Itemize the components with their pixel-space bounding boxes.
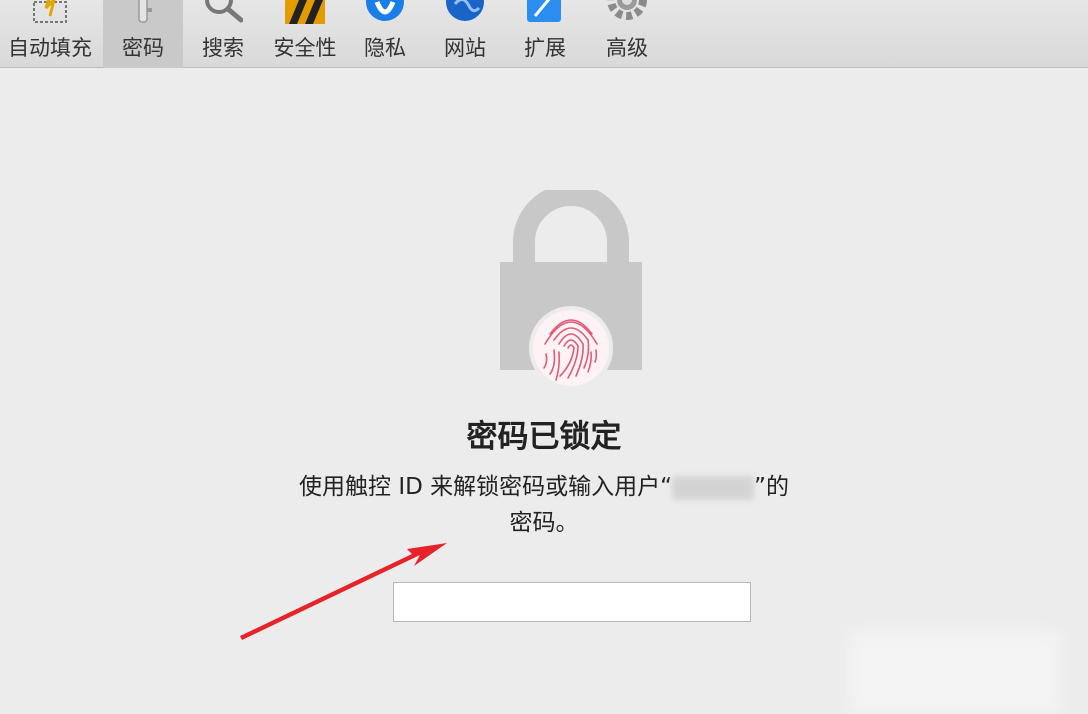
tab-passwords-label: 密码: [122, 36, 164, 60]
key-icon: [138, 0, 152, 23]
tab-extensions-label: 扩展: [524, 36, 566, 60]
lock-description-line2: 密码。: [509, 510, 579, 536]
lock-description: 使用触控 ID 来解锁密码或输入用户“ ”的: [0, 467, 1088, 501]
tab-extensions[interactable]: 扩展: [505, 0, 585, 68]
tab-search[interactable]: 搜索: [183, 0, 263, 68]
globe-icon: [446, 0, 484, 21]
password-input[interactable]: [393, 582, 751, 622]
lock-description-suffix: ”的: [754, 474, 789, 500]
autofill-icon: [33, 0, 67, 23]
redacted-username: [672, 475, 755, 500]
blurred-area: [850, 632, 1060, 714]
security-icon: [285, 0, 325, 24]
preferences-toolbar: 自动填充 密码 搜索 安全性 隐私 网站 扩展 高级: [0, 0, 1088, 68]
search-icon: [205, 0, 243, 23]
tab-advanced-label: 高级: [606, 36, 648, 60]
tab-search-label: 搜索: [202, 36, 244, 60]
tab-privacy-label: 隐私: [364, 36, 406, 60]
tab-security[interactable]: 安全性: [265, 0, 345, 68]
lock-description-prefix: 使用触控 ID 来解锁密码或输入用户“: [299, 474, 673, 500]
lock-title: 密码已锁定: [466, 419, 622, 455]
tab-websites[interactable]: 网站: [425, 0, 505, 68]
tab-autofill-label: 自动填充: [8, 36, 92, 60]
privacy-icon: [366, 0, 404, 21]
extensions-icon: [527, 0, 561, 22]
tab-security-label: 安全性: [273, 36, 337, 60]
tab-autofill[interactable]: 自动填充: [0, 0, 100, 68]
gear-icon: [607, 0, 647, 20]
tab-advanced[interactable]: 高级: [587, 0, 667, 68]
tab-websites-label: 网站: [444, 36, 486, 60]
tab-passwords[interactable]: 密码: [103, 0, 183, 68]
tab-privacy[interactable]: 隐私: [345, 0, 425, 68]
lock-fingerprint-icon: [500, 190, 642, 390]
